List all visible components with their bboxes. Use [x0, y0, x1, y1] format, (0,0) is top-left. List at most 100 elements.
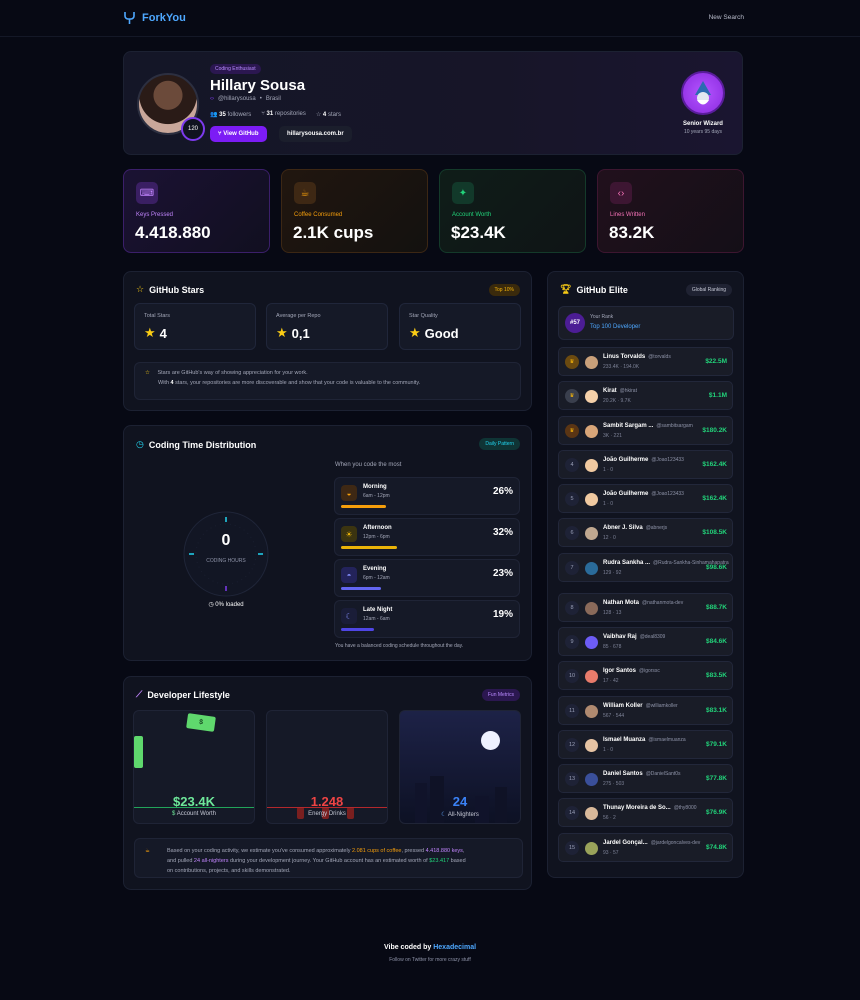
elite-row[interactable]: 11 William Koller @williamkoller 567 · 544 $…	[558, 696, 733, 725]
star-sparkle-icon: ★	[276, 325, 288, 340]
author-link[interactable]: Hexadecimal	[433, 944, 476, 951]
elite-stats: 567 · 544	[603, 713, 625, 719]
elite-stats: 12 · 0	[603, 535, 616, 541]
elite-handle: @igorssc	[639, 668, 660, 674]
level-badge: 120	[181, 117, 205, 141]
elite-name: Daniel Santos @DanielSant0s	[603, 771, 681, 777]
wizard-icon	[695, 81, 711, 105]
elite-stats: 56 · 2	[603, 815, 616, 821]
elite-worth: $108.5K	[702, 529, 727, 536]
your-rank-badge: #57	[565, 313, 585, 333]
elite-handle: @deal8309	[639, 634, 666, 640]
elite-row[interactable]: ♛ Sambit Sargam ... @sambitsargam 3K · 221 $…	[558, 416, 733, 445]
rank-duration: 10 years 95 days	[683, 129, 723, 135]
star-icon: ☆	[315, 112, 322, 118]
elite-stats: 20.2K · 9.7K	[603, 398, 631, 404]
elite-worth: $162.4K	[702, 461, 727, 468]
elite-handle: @ismaelmuanza	[648, 737, 686, 743]
followers-stat: 👥 35 followers	[210, 112, 252, 118]
code-icon: ‹›	[210, 96, 214, 102]
slot-name: Morning	[363, 484, 387, 490]
code-icon: ‹›	[610, 182, 632, 204]
profile-name: Hillary Sousa	[210, 77, 306, 94]
stat-label: Lines Written	[610, 212, 645, 218]
star-icon: ★	[409, 325, 421, 340]
coffee-icon: ☕	[145, 848, 150, 854]
elite-row[interactable]: ♛ Linus Torvalds @torvalds 233.4K · 194.0K $…	[558, 347, 733, 376]
lifestyle-note: ☕ Based on your coding activity, we esti…	[134, 838, 523, 878]
profile-handle: @hillarysousa	[218, 96, 256, 102]
moon-icon	[481, 731, 500, 750]
users-icon: 👥	[210, 112, 218, 118]
slot-percent: 26%	[492, 486, 513, 497]
elite-handle: @williamkoller	[645, 703, 678, 709]
elite-stats: 3K · 221	[603, 433, 622, 439]
elite-row[interactable]: 13 Daniel Santos @DanielSant0s 275 · 503 $77…	[558, 764, 733, 793]
slot-bar	[341, 587, 381, 590]
lifestyle-value: 1.248	[310, 794, 344, 809]
website-button[interactable]: hillarysousa.com.br	[279, 126, 352, 142]
elite-name: Jardel Gonçal... @jardelgoncalves-dev	[603, 840, 701, 846]
rank-number: 4	[565, 458, 579, 472]
slot-percent: 32%	[492, 527, 513, 538]
elite-handle: @Joao123433	[651, 491, 684, 497]
title-badge: Coding Enthusiast	[210, 64, 261, 74]
slot-name: Afternoon	[363, 525, 392, 531]
time-slot-morning: ◒ Morning 6am - 12pm 26%	[334, 477, 520, 515]
avatar	[585, 739, 598, 752]
section-title: ◷ Coding Time Distribution	[136, 439, 257, 450]
elite-row[interactable]: 12 Ismael Muanza @ismaelmuanza 1 · 0 $79.1K	[558, 730, 733, 759]
branch-icon: ⑂	[261, 111, 265, 117]
rank-number: 6	[565, 526, 579, 540]
elite-worth: $76.9K	[706, 809, 727, 816]
clock-icon: ◷	[208, 602, 214, 608]
brand-logo[interactable]: ForkYou	[123, 11, 186, 25]
elite-row[interactable]: 14 Thunay Moreira de So... @thy8000 56 · 2 $…	[558, 798, 733, 827]
fork-icon	[124, 12, 135, 24]
total-stars-box: Total Stars ★ 4	[134, 303, 256, 350]
profile-handle-row: ‹› @hillarysousa • Brasil	[210, 96, 281, 102]
section-title: 🏆︎ GitHub Elite	[560, 284, 628, 295]
mini-value: ★ Good	[409, 325, 459, 341]
elite-row[interactable]: 9 Vaibhav Raj @deal8309 85 · 678 $84.6K	[558, 627, 733, 656]
new-search-link[interactable]: New Search	[709, 14, 744, 21]
elite-handle: @abnerjs	[645, 525, 668, 531]
elite-row[interactable]: 6 Abner J. Silva @abnerjs 12 · 0 $108.5K	[558, 518, 733, 547]
elite-row[interactable]: 8 Nathan Mota @nathanmota-dev 128 · 13 $88.7…	[558, 593, 733, 622]
avatar	[585, 356, 598, 369]
stat-value: 2.1K cups	[293, 223, 374, 242]
elite-row[interactable]: 7 Rudra Sankha ... @Rudra-Sankha-Sinhamaha…	[558, 553, 733, 582]
elite-stats: 128 · 13	[603, 610, 622, 616]
lifestyle-label: Energy Drinks	[308, 811, 346, 817]
elite-stats: 93 · 57	[603, 850, 619, 856]
note-line: With 4 stars, your repositories are more…	[158, 380, 421, 386]
rank-number: 10	[565, 669, 579, 683]
elite-worth: $88.7K	[706, 604, 727, 611]
sunset-icon: ◓	[341, 567, 357, 583]
section-title: ☆ GitHub Stars	[136, 284, 205, 295]
slot-range: 6pm - 12am	[363, 575, 390, 581]
elite-row[interactable]: 15 Jardel Gonçal... @jardelgoncalves-dev 93…	[558, 833, 733, 862]
elite-row[interactable]: ♛ Kirat @hkirat 20.2K · 9.7K $1.1M	[558, 381, 733, 410]
elite-stats: 17 · 42	[603, 678, 619, 684]
avatar	[585, 493, 598, 506]
elite-row[interactable]: 4 João Guilherme @Joao123433 1 · 0 $162.4K	[558, 450, 733, 479]
star-icon: ★	[144, 325, 156, 340]
lifestyle-energy-card: 1.248 Energy Drinks	[266, 710, 388, 824]
trend-icon: ⟋	[136, 689, 143, 699]
elite-worth: $84.6K	[706, 638, 727, 645]
elite-worth: $1.1M	[708, 392, 727, 399]
elite-row[interactable]: 10 Igor Santos @igorssc 17 · 42 $83.5K	[558, 661, 733, 690]
elite-name: William Koller @williamkoller	[603, 703, 678, 709]
elite-row[interactable]: 5 João Guilherme @Joao123433 1 · 0 $162.4K	[558, 484, 733, 513]
avatar	[585, 562, 598, 575]
view-github-button[interactable]: ⑂ View GitHub	[210, 126, 267, 142]
star-quality-box: Star Quality ★ Good	[399, 303, 521, 350]
clock-value: 0	[221, 532, 231, 549]
stars-note: ☆ Stars are GitHub's way of showing appr…	[134, 362, 521, 400]
rank-number: 13	[565, 772, 579, 786]
rank-title: Senior Wizard	[683, 121, 723, 127]
slot-footer: You have a balanced coding schedule thro…	[335, 643, 464, 649]
slot-range: 6am - 12pm	[363, 493, 390, 499]
stat-card-coffee: ☕ Coffee Consumed 2.1K cups	[281, 169, 428, 253]
